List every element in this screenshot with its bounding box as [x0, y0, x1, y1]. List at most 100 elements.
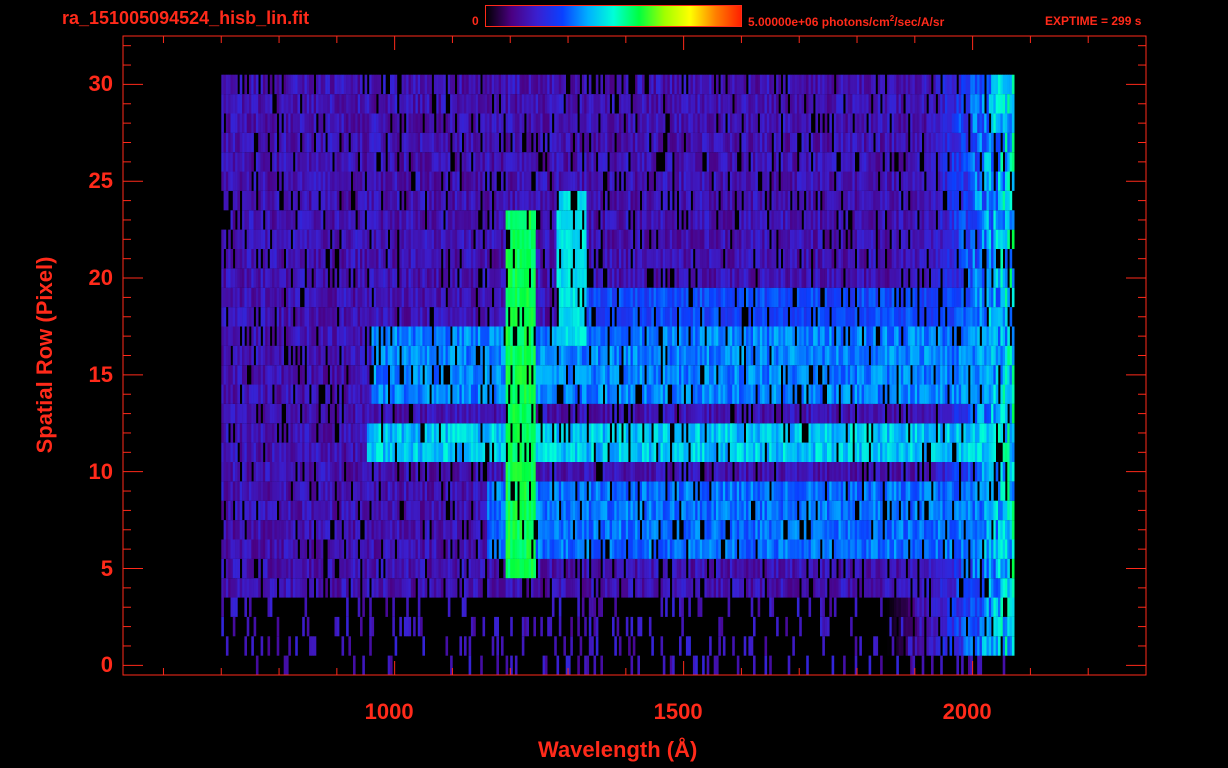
heatmap-cell [276, 520, 280, 540]
heatmap-cell [977, 578, 980, 598]
heatmap-cell [332, 462, 335, 482]
heatmap-cell [464, 578, 467, 598]
heatmap-cell [602, 326, 606, 346]
heatmap-cell [417, 616, 421, 637]
heatmap-cell [836, 345, 839, 366]
heatmap-cell [753, 384, 756, 404]
heatmap-cell [914, 307, 918, 327]
heatmap-cell [979, 462, 983, 482]
heatmap-cell [600, 597, 603, 617]
heatmap-cell [632, 520, 636, 540]
heatmap-cell [503, 520, 506, 540]
heatmap-cell [637, 558, 640, 579]
heatmap-cell [750, 326, 754, 346]
heatmap-cell [540, 500, 543, 521]
heatmap-cell [593, 616, 597, 637]
heatmap-cell [283, 384, 287, 404]
heatmap-cell [267, 500, 271, 521]
heatmap-cell [570, 481, 573, 501]
heatmap-cell [720, 481, 724, 501]
heatmap-cell [852, 345, 855, 366]
heatmap-cell [260, 636, 264, 656]
heatmap-cell [642, 326, 645, 346]
heatmap-cell [757, 500, 761, 521]
heatmap-cell [394, 365, 398, 385]
heatmap-cell [905, 462, 909, 482]
heatmap-cell [232, 365, 236, 385]
heatmap-cell [262, 578, 266, 598]
heatmap-cell [491, 423, 495, 443]
heatmap-cell [695, 307, 698, 327]
heatmap-cell [385, 500, 388, 521]
heatmap-cell [764, 655, 768, 675]
heatmap-cell [998, 539, 1001, 559]
heatmap-cell [968, 500, 971, 521]
heatmap-cell [919, 365, 922, 385]
heatmap-cell [313, 326, 317, 346]
heatmap-cell [415, 365, 419, 385]
heatmap-cell [771, 558, 775, 579]
heatmap-cell [993, 326, 996, 346]
heatmap-cell [554, 403, 557, 424]
heatmap-cell [933, 500, 936, 521]
heatmap-cell [764, 307, 768, 327]
heatmap-cell [614, 481, 617, 501]
heatmap-cell [323, 287, 326, 308]
heatmap-cell [679, 578, 682, 598]
heatmap-cell [450, 578, 453, 598]
heatmap-cell [394, 462, 398, 482]
heatmap-cell [392, 481, 395, 501]
heatmap-cell [466, 287, 469, 308]
heatmap-cell [968, 462, 971, 482]
heatmap-cell [773, 307, 777, 327]
heatmap-cell [796, 578, 800, 598]
heatmap-cell [630, 326, 634, 346]
heatmap-cell [864, 307, 867, 327]
heatmap-cell [827, 403, 830, 424]
heatmap-cell [528, 423, 532, 443]
heatmap-cell [320, 307, 324, 327]
heatmap-cell [928, 539, 932, 559]
heatmap-cell [265, 326, 268, 346]
heatmap-cell [286, 539, 289, 559]
heatmap-cell [884, 558, 888, 579]
heatmap-cell [644, 539, 647, 559]
heatmap-cell [810, 520, 814, 540]
heatmap-cell [327, 423, 331, 443]
heatmap-cell [561, 423, 564, 443]
heatmap-cell [297, 520, 301, 540]
heatmap-cell [249, 384, 252, 404]
heatmap-cell [387, 578, 391, 598]
heatmap-cell [401, 345, 405, 366]
heatmap-cell [773, 578, 777, 598]
heatmap-cell [336, 287, 340, 308]
heatmap-cell [725, 384, 728, 404]
heatmap-cell [741, 481, 744, 501]
heatmap-cell [605, 558, 608, 579]
heatmap-cell [783, 578, 786, 598]
heatmap-cell [503, 384, 506, 404]
heatmap-cell [748, 307, 751, 327]
heatmap-cell [877, 558, 881, 579]
heatmap-cell [288, 578, 291, 598]
heatmap-cell [757, 307, 761, 327]
heatmap-cell [796, 326, 800, 346]
heatmap-cell [903, 442, 906, 462]
heatmap-cell [440, 442, 444, 462]
heatmap-cell [438, 403, 442, 424]
heatmap-cell [1000, 500, 1003, 521]
heatmap-cell [572, 403, 576, 424]
heatmap-cell [679, 558, 682, 579]
heatmap-cell [672, 481, 675, 501]
heatmap-cell [716, 539, 719, 559]
heatmap-cell [753, 578, 756, 598]
heatmap-cell [588, 384, 592, 404]
heatmap-cell [584, 500, 587, 521]
heatmap-cell [635, 558, 638, 579]
heatmap-cell [891, 636, 895, 656]
heatmap-cell [1002, 558, 1006, 579]
heatmap-cell [716, 500, 719, 521]
heatmap-cell [362, 365, 365, 385]
heatmap-cell [316, 558, 319, 579]
heatmap-cell [237, 520, 240, 540]
